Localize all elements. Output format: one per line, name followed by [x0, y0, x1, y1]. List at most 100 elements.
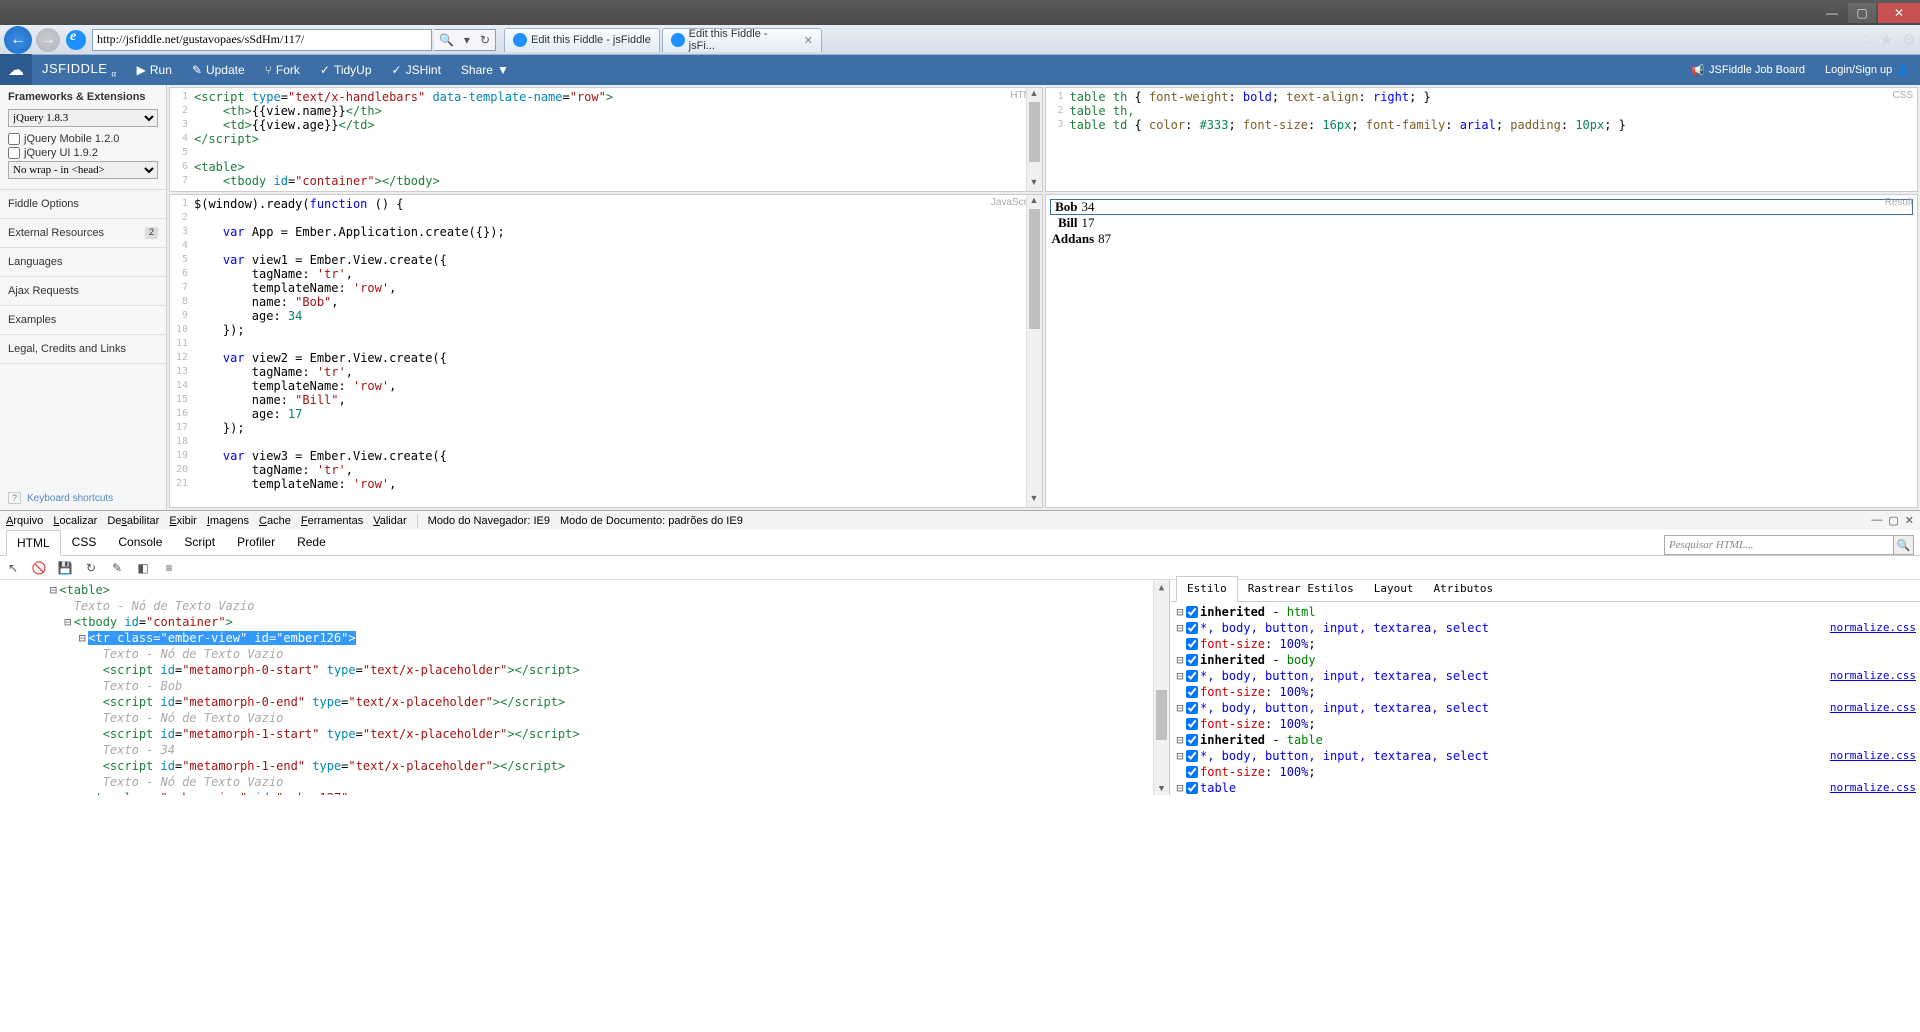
undock-devtools-icon[interactable]: ▢ — [1888, 514, 1898, 527]
html-panel[interactable]: HTML 1<script type="text/x-handlebars" d… — [169, 87, 1043, 192]
job-board-link[interactable]: 📢JSFiddle Job Board — [1681, 55, 1815, 85]
keyboard-icon: ? — [8, 492, 21, 504]
select-element-icon[interactable]: ↖ — [4, 559, 22, 577]
play-icon: ▶ — [137, 63, 146, 77]
devtools-search-input[interactable]: Pesquisar HTML... — [1664, 535, 1894, 555]
address-bar: ← → http://jsfiddle.net/gustavopaes/sSdH… — [0, 25, 1920, 55]
scroll-down-icon[interactable]: ▼ — [1027, 177, 1042, 191]
wrap-select[interactable]: No wrap - in <head> — [8, 161, 158, 179]
run-button[interactable]: ▶Run — [127, 55, 182, 85]
javascript-panel[interactable]: JavaScript 1$(window).ready(function () … — [169, 194, 1043, 508]
share-button[interactable]: Share ▼ — [451, 55, 519, 85]
home-icon[interactable]: ⌂ — [1862, 30, 1872, 50]
menu-validar[interactable]: Validar — [373, 515, 406, 527]
sidebar-item-examples[interactable]: Examples — [0, 306, 166, 335]
scrollbar[interactable]: ▲▼ — [1026, 88, 1042, 191]
devtools-toolbar: ↖ 🚫 💾 ↻ ✎ ◧ ≡ — [0, 556, 1920, 580]
save-icon[interactable]: 💾 — [56, 559, 74, 577]
tab-script[interactable]: Script — [173, 529, 226, 555]
pencil-icon: ✎ — [192, 63, 202, 77]
scroll-up-icon[interactable]: ▲ — [1027, 88, 1042, 102]
sidebar-item-fiddle-options[interactable]: Fiddle Options — [0, 190, 166, 219]
sidebar-item-external[interactable]: External Resources2 — [0, 219, 166, 248]
sidebar-item-ajax[interactable]: Ajax Requests — [0, 277, 166, 306]
ext-checkbox[interactable]: jQuery Mobile 1.2.0 — [8, 133, 158, 145]
minimize-button[interactable]: — — [1818, 3, 1846, 23]
tab-rede[interactable]: Rede — [286, 529, 337, 555]
update-button[interactable]: ✎Update — [182, 55, 255, 85]
tab-html[interactable]: HTML — [6, 530, 61, 556]
url-field[interactable]: http://jsfiddle.net/gustavopaes/sSdHm/11… — [92, 29, 432, 51]
sidebar: Frameworks & Extensions jQuery 1.8.3 jQu… — [0, 85, 167, 510]
minimize-devtools-icon[interactable]: — — [1871, 514, 1882, 527]
megaphone-icon: 📢 — [1691, 64, 1705, 77]
scroll-down-icon[interactable]: ▼ — [1027, 493, 1042, 507]
check-icon: ✓ — [392, 63, 402, 77]
refresh-icon[interactable]: ↻ — [82, 559, 100, 577]
css-panel[interactable]: CSS 1table th { font-weight: bold; text-… — [1045, 87, 1919, 192]
ie-favicon-icon — [671, 33, 685, 47]
maximize-button[interactable]: ▢ — [1848, 3, 1876, 23]
frameworks-heading: Frameworks & Extensions — [8, 91, 158, 103]
close-button[interactable]: ✕ — [1878, 3, 1920, 23]
menu-arquivo[interactable]: Arquivo — [6, 515, 43, 527]
clear-icon[interactable]: 🚫 — [30, 559, 48, 577]
dom-tree[interactable]: ⊟<table> Texto - Nó de Texto Vazio ⊟<tbo… — [0, 580, 1170, 795]
scrollbar[interactable]: ▲▼ — [1153, 580, 1169, 795]
tools-icon[interactable]: ⚙ — [1902, 30, 1916, 50]
browser-tab[interactable]: Edit this Fiddle - jsFiddle — [504, 28, 660, 52]
fork-icon: ⑂ — [265, 63, 272, 77]
menu-imagens[interactable]: Imagens — [207, 515, 249, 527]
search-controls[interactable]: 🔍▾↻ — [434, 29, 496, 51]
window-titlebar: — ▢ ✕ — [0, 0, 1920, 25]
fork-button[interactable]: ⑂Fork — [255, 55, 310, 85]
scroll-up-icon[interactable]: ▲ — [1027, 195, 1042, 209]
document-mode[interactable]: Modo de Documento: padrões do IE9 — [560, 515, 743, 527]
close-devtools-icon[interactable]: ✕ — [1905, 514, 1914, 527]
jsfiddle-logo-icon[interactable]: ☁ — [0, 54, 32, 86]
menu-localizar[interactable]: Localizar — [53, 515, 97, 527]
scrollbar[interactable]: ▲▼ — [1026, 195, 1042, 507]
panel-label: CSS — [1892, 90, 1913, 101]
favorites-icon[interactable]: ★ — [1879, 30, 1893, 50]
close-tab-icon[interactable]: ✕ — [804, 34, 813, 47]
ext-checkbox[interactable]: jQuery UI 1.9.2 — [8, 147, 158, 159]
tidyup-button[interactable]: ✓TidyUp — [310, 55, 382, 85]
browser-tab[interactable]: Edit this Fiddle - jsFi...✕ — [662, 28, 822, 52]
tab-profiler[interactable]: Profiler — [226, 529, 286, 555]
browser-toolbar-icons: ⌂ ★ ⚙ — [1862, 30, 1916, 50]
tab-layout[interactable]: Layout — [1364, 577, 1424, 601]
nav-forward-button[interactable]: → — [36, 28, 60, 52]
login-button[interactable]: Login/Sign up 👤 — [1815, 55, 1920, 85]
menu-ferramentas[interactable]: Ferramentas — [301, 515, 363, 527]
keyboard-shortcuts-link[interactable]: ?Keyboard shortcuts — [0, 486, 166, 510]
check-icon: ✓ — [320, 63, 330, 77]
sidebar-item-languages[interactable]: Languages — [0, 248, 166, 277]
tab-atributos[interactable]: Atributos — [1423, 577, 1503, 601]
tab-strip: Edit this Fiddle - jsFiddle Edit this Fi… — [504, 28, 822, 52]
tab-rastrear[interactable]: Rastrear Estilos — [1238, 577, 1364, 601]
edit-icon[interactable]: ✎ — [108, 559, 126, 577]
nav-back-button[interactable]: ← — [4, 26, 32, 54]
search-button[interactable]: 🔍 — [1894, 535, 1914, 555]
jshint-button[interactable]: ✓JSHint — [382, 55, 451, 85]
tab-console[interactable]: Console — [107, 529, 173, 555]
count-badge: 2 — [145, 227, 158, 239]
browser-mode[interactable]: Modo do Navegador: IE9 — [428, 515, 550, 527]
framework-select[interactable]: jQuery 1.8.3 — [8, 109, 158, 127]
jsfiddle-title: JSFIDDLE α — [32, 61, 127, 79]
menu-desabilitar[interactable]: Desabilitar — [107, 515, 159, 527]
tab-estilo[interactable]: Estilo — [1176, 576, 1238, 602]
menu-cache[interactable]: Cache — [259, 515, 291, 527]
devtools-menubar: Arquivo Localizar Desabilitar Exibir Ima… — [0, 510, 1920, 530]
tab-css[interactable]: CSS — [61, 529, 108, 555]
style-rules[interactable]: ⊟inherited - html ⊟*, body, button, inpu… — [1170, 602, 1920, 795]
styles-tabs: Estilo Rastrear Estilos Layout Atributos — [1170, 580, 1920, 602]
sidebar-item-legal[interactable]: Legal, Credits and Links — [0, 335, 166, 364]
result-panel: Result Bob34Bill17Addans87 — [1045, 194, 1919, 508]
menu-exibir[interactable]: Exibir — [169, 515, 197, 527]
chevron-down-icon: ▼ — [497, 63, 509, 77]
refresh-icon[interactable]: ↻ — [480, 33, 490, 47]
attributes-icon[interactable]: ◧ — [134, 559, 152, 577]
wordwrap-icon[interactable]: ≡ — [160, 559, 178, 577]
